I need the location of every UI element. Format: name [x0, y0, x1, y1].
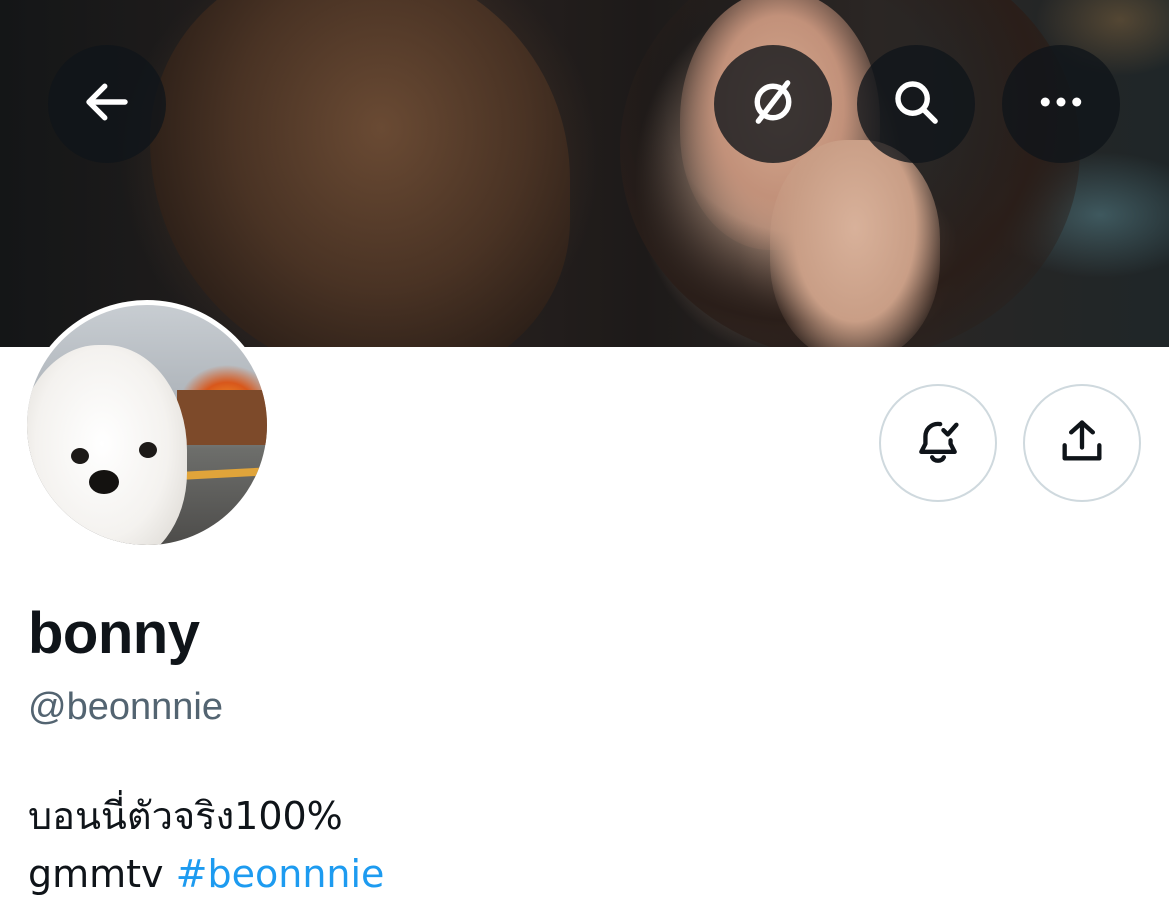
- banner-hand-shape: [770, 140, 940, 347]
- profile-avatar[interactable]: [22, 300, 272, 550]
- bio-line: gmmtv #beonnnie: [28, 845, 384, 903]
- share-button[interactable]: [1023, 384, 1141, 502]
- avatar-dog-eye: [139, 442, 157, 458]
- avatar-dog-nose: [89, 470, 119, 494]
- banner-hair-shape: [150, 0, 570, 347]
- profile-bio: บอนนี่ตัวจริง100% gmmtv #beonnnie: [28, 787, 384, 903]
- avatar-dog-shape: [27, 345, 187, 545]
- bio-text: gmmtv: [28, 852, 164, 896]
- avatar-photo: [27, 305, 267, 545]
- bio-hashtag-link[interactable]: #beonnnie: [176, 852, 385, 896]
- notifications-button[interactable]: [879, 384, 997, 502]
- translate-slash-icon: [746, 75, 800, 134]
- display-name: bonny: [28, 601, 200, 666]
- search-icon: [889, 75, 943, 134]
- avatar-dog-eye: [71, 448, 89, 464]
- more-button[interactable]: [1002, 45, 1120, 163]
- search-button[interactable]: [857, 45, 975, 163]
- translate-button[interactable]: [714, 45, 832, 163]
- avatar-house-shape: [177, 390, 267, 445]
- profile-banner[interactable]: [0, 0, 1169, 347]
- share-icon: [1056, 415, 1108, 472]
- bell-check-icon: [912, 415, 964, 472]
- bio-line: บอนนี่ตัวจริง100%: [28, 794, 343, 838]
- profile-handle: @beonnnie: [28, 686, 223, 728]
- back-button[interactable]: [48, 45, 166, 163]
- more-horizontal-icon: [1034, 75, 1088, 134]
- arrow-left-icon: [80, 75, 134, 134]
